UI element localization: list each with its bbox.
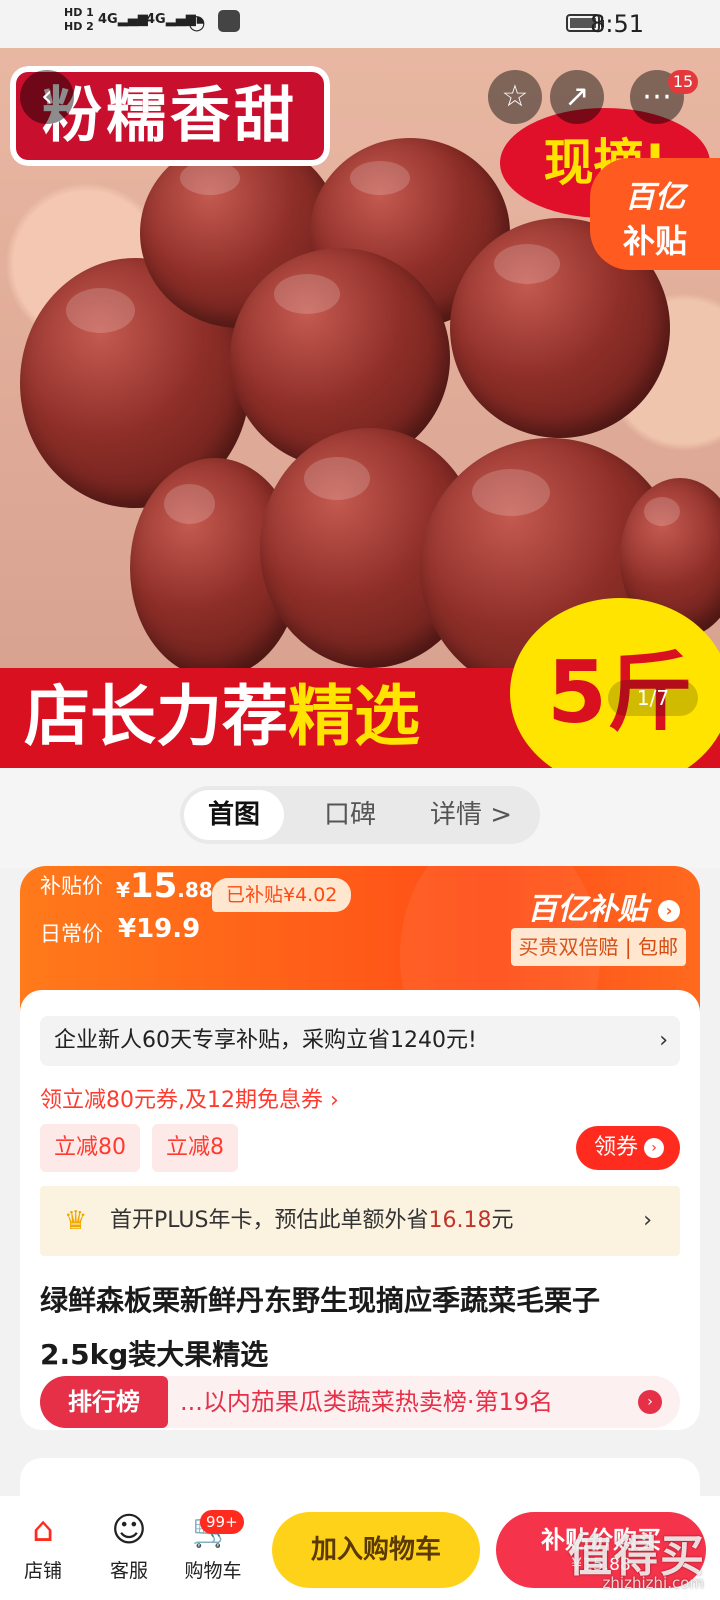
product-image-carousel[interactable]: 粉糯香甜 现摘! 百亿 补贴 店长力荐精选 5斤 — [0, 48, 720, 768]
signal-icon: 4G▂▄▆ — [98, 12, 148, 27]
chevron-right-icon: › — [658, 899, 680, 922]
clock: 8:51 — [590, 10, 644, 38]
coupon-chip-8[interactable]: 立减8 — [152, 1124, 238, 1172]
enterprise-promo-bar[interactable]: 企业新人60天专享补贴，采购立省1240元! › — [40, 1016, 680, 1066]
daily-price: ¥19.9 — [118, 914, 201, 944]
chat-icon: ☺ — [111, 1510, 147, 1550]
tab-reviews[interactable]: 口碑 — [300, 790, 400, 840]
status-bar: HD 1 HD 2 4G▂▄▆ 4G▂▄▆ ◔ 8:51 — [0, 0, 720, 48]
chevron-right-icon: › — [643, 1208, 652, 1233]
ranking-bar[interactable]: 排行榜 ...以内茄果瓜类蔬菜热卖榜·第19名 › — [40, 1376, 680, 1428]
back-icon[interactable]: ‹ — [20, 70, 74, 124]
add-to-cart-button[interactable]: 加入购物车 — [272, 1512, 480, 1588]
customer-service-button[interactable]: ☺ 客服 — [94, 1508, 164, 1583]
tab-main-image[interactable]: 首图 — [184, 790, 284, 840]
chevron-right-icon: › — [638, 1390, 662, 1414]
chevron-right-icon: › — [659, 1028, 668, 1053]
coupon-chip-80[interactable]: 立减80 — [40, 1124, 140, 1172]
product-info-card: 企业新人60天专享补贴，采购立省1240元! › 领立减80元券,及12期免息券… — [20, 990, 700, 1430]
subsidized-amount-chip: 已补贴¥4.02 — [212, 878, 352, 912]
section-tabs-area: 首图 口碑 详情 > — [0, 768, 720, 868]
crown-icon: ♛ — [64, 1206, 88, 1236]
tab-details[interactable]: 详情 > — [416, 790, 526, 840]
section-tabs: 首图 口碑 详情 > — [180, 786, 540, 844]
subsidy-badge: 百亿 补贴 — [590, 158, 720, 270]
cart-count-badge: 99+ — [200, 1510, 244, 1534]
watermark-url: zhizhizhi.com — [602, 1574, 704, 1592]
star-icon[interactable]: ☆ — [488, 70, 542, 124]
plus-membership-bar[interactable]: ♛ 首开PLUS年卡，预估此单额外省16.18元 › — [40, 1186, 680, 1256]
message-count-badge: 15 — [668, 70, 698, 94]
wifi-icon: ◔ — [188, 10, 206, 34]
chevron-right-icon: › — [644, 1138, 664, 1158]
subsidy-price-label: 补贴价 — [40, 874, 103, 898]
notification-icon — [218, 10, 240, 32]
image-pager: 1/7 — [608, 680, 698, 716]
store-icon: ⌂ — [32, 1510, 54, 1550]
subsidy-price: ¥15.88 — [116, 866, 213, 906]
ranking-text: ...以内茄果瓜类蔬菜热卖榜·第19名 — [180, 1388, 554, 1416]
shop-button[interactable]: ⌂ 店铺 — [8, 1508, 78, 1583]
subsidy-program-link[interactable]: 百亿补贴 › — [528, 884, 680, 928]
product-title: 绿鲜森板栗新鲜丹东野生现摘应季蔬菜毛栗子2.5kg装大果精选 — [40, 1284, 601, 1371]
share-icon[interactable]: ↗ — [550, 70, 604, 124]
hero-banner-text: 店长力荐精选 — [24, 678, 420, 755]
sim-indicator: HD 1 HD 2 — [64, 6, 94, 33]
coupon-summary-link[interactable]: 领立减80元券,及12期免息券 › — [40, 1082, 339, 1114]
ranking-tag: 排行榜 — [40, 1376, 168, 1428]
program-guarantee: 买贵双倍赔 | 包邮 — [510, 928, 686, 966]
get-coupon-button[interactable]: 领券 › — [575, 1126, 680, 1170]
daily-price-label: 日常价 — [40, 922, 103, 946]
